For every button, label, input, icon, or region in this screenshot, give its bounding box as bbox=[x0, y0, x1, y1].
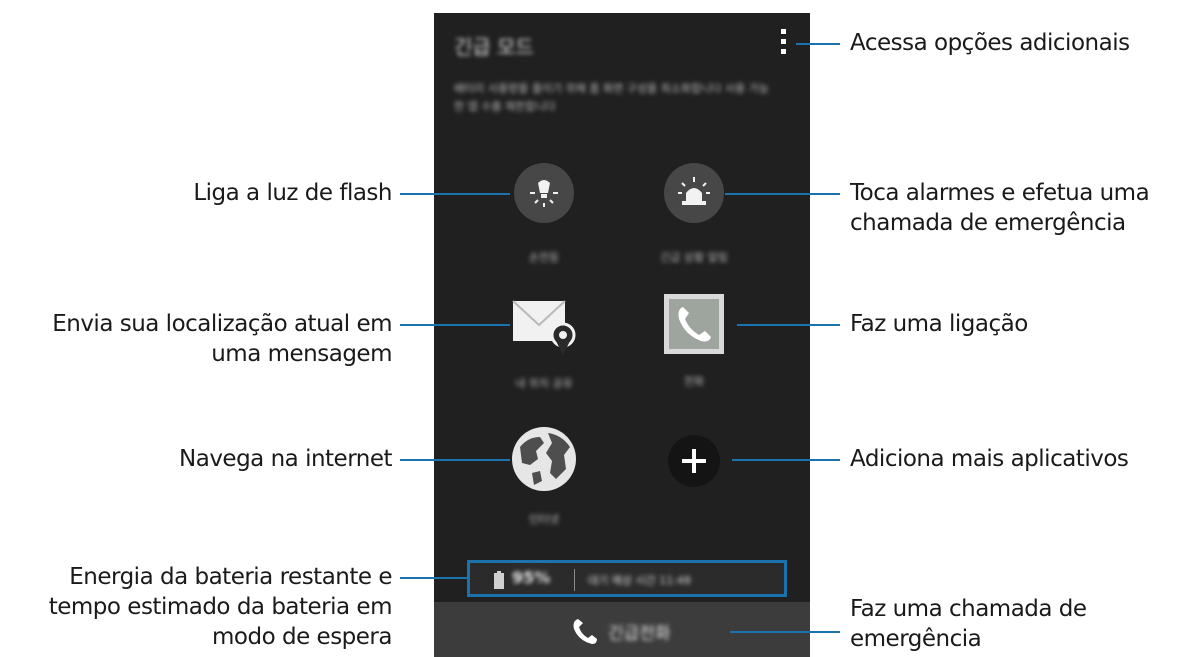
flashlight-icon bbox=[514, 163, 574, 223]
add-leader-line bbox=[732, 459, 840, 461]
alarm-leader-line bbox=[725, 193, 840, 195]
phone-icon bbox=[663, 293, 725, 355]
internet-label: 인터넷 bbox=[528, 513, 560, 526]
callout-emergency-line-2: emergência bbox=[850, 626, 982, 652]
callout-emergency-call: Faz uma chamada de emergência bbox=[850, 594, 1087, 654]
callout-flash: Liga a luz de flash bbox=[193, 180, 392, 206]
battery-icon bbox=[494, 571, 504, 589]
flash-leader-line bbox=[400, 193, 510, 195]
flashlight-app[interactable]: 손전등 bbox=[484, 163, 604, 265]
battery-leader-line bbox=[400, 577, 467, 579]
globe-icon bbox=[510, 425, 578, 493]
location-label: 내 위치 공유 bbox=[515, 377, 573, 390]
callout-location-line-1: Envia sua localização atual em bbox=[52, 311, 392, 337]
call-leader-line bbox=[737, 324, 840, 326]
callout-internet: Navega na internet bbox=[179, 446, 392, 472]
message-location-icon bbox=[511, 295, 577, 357]
screen-description: 배터리 사용량을 줄이기 위해 홈 화면 구성을 최소화합니다 사용 가능한 앱… bbox=[454, 82, 769, 113]
siren-icon bbox=[664, 163, 724, 223]
callout-alarm: Toca alarmes e efetua uma chamada de eme… bbox=[850, 178, 1150, 238]
callout-emergency-line-1: Faz uma chamada de bbox=[850, 596, 1087, 622]
callout-location: Envia sua localização atual em uma mensa… bbox=[52, 309, 392, 369]
emergency-alarm-app[interactable]: 긴급 상황 알림 bbox=[634, 163, 754, 265]
internet-app[interactable]: 인터넷 bbox=[484, 425, 604, 527]
phone-handset-icon bbox=[573, 619, 597, 644]
emergency-mode-screen: 긴급 모드 배터리 사용량을 줄이기 위해 홈 화면 구성을 최소화합니다 사용… bbox=[434, 13, 810, 657]
phone-label: 전화 bbox=[683, 375, 705, 388]
callout-location-line-2: uma mensagem bbox=[211, 341, 392, 367]
alarm-label: 긴급 상황 알림 bbox=[660, 251, 728, 264]
callout-battery-line-3: modo de espera bbox=[212, 624, 392, 650]
plus-icon bbox=[668, 435, 720, 487]
phone-app[interactable]: 전화 bbox=[634, 293, 754, 389]
callout-call: Faz uma ligação bbox=[850, 311, 1028, 337]
battery-divider bbox=[574, 569, 575, 591]
battery-standby-time: 대기 예상 시간 11:48 bbox=[588, 574, 691, 587]
battery-info: 95% 대기 예상 시간 11:48 bbox=[467, 560, 787, 597]
battery-percent: 95% bbox=[512, 568, 551, 587]
callout-alarm-line-2: chamada de emergência bbox=[850, 210, 1126, 236]
internet-leader-line bbox=[400, 459, 510, 461]
callout-battery: Energia da bateria restante e tempo esti… bbox=[48, 562, 393, 652]
share-location-app[interactable]: 내 위치 공유 bbox=[484, 295, 604, 391]
add-app-button[interactable] bbox=[634, 435, 754, 487]
more-options-leader-line bbox=[796, 43, 840, 45]
callout-add: Adiciona mais aplicativos bbox=[850, 446, 1129, 472]
callout-battery-line-2: tempo estimado da bateria em bbox=[48, 594, 393, 620]
location-leader-line bbox=[400, 324, 510, 326]
flashlight-label: 손전등 bbox=[528, 251, 560, 264]
emergency-leader-line bbox=[730, 631, 840, 633]
callout-battery-line-1: Energia da bateria restante e bbox=[69, 564, 392, 590]
emergency-call-button[interactable]: 긴급전화 bbox=[434, 602, 810, 657]
callout-alarm-line-1: Toca alarmes e efetua uma bbox=[850, 180, 1150, 206]
screen-title: 긴급 모드 bbox=[454, 35, 534, 59]
callout-more-options: Acessa opções adicionais bbox=[850, 30, 1130, 56]
more-options-icon[interactable] bbox=[780, 29, 788, 55]
emergency-call-label: 긴급전화 bbox=[608, 624, 671, 644]
